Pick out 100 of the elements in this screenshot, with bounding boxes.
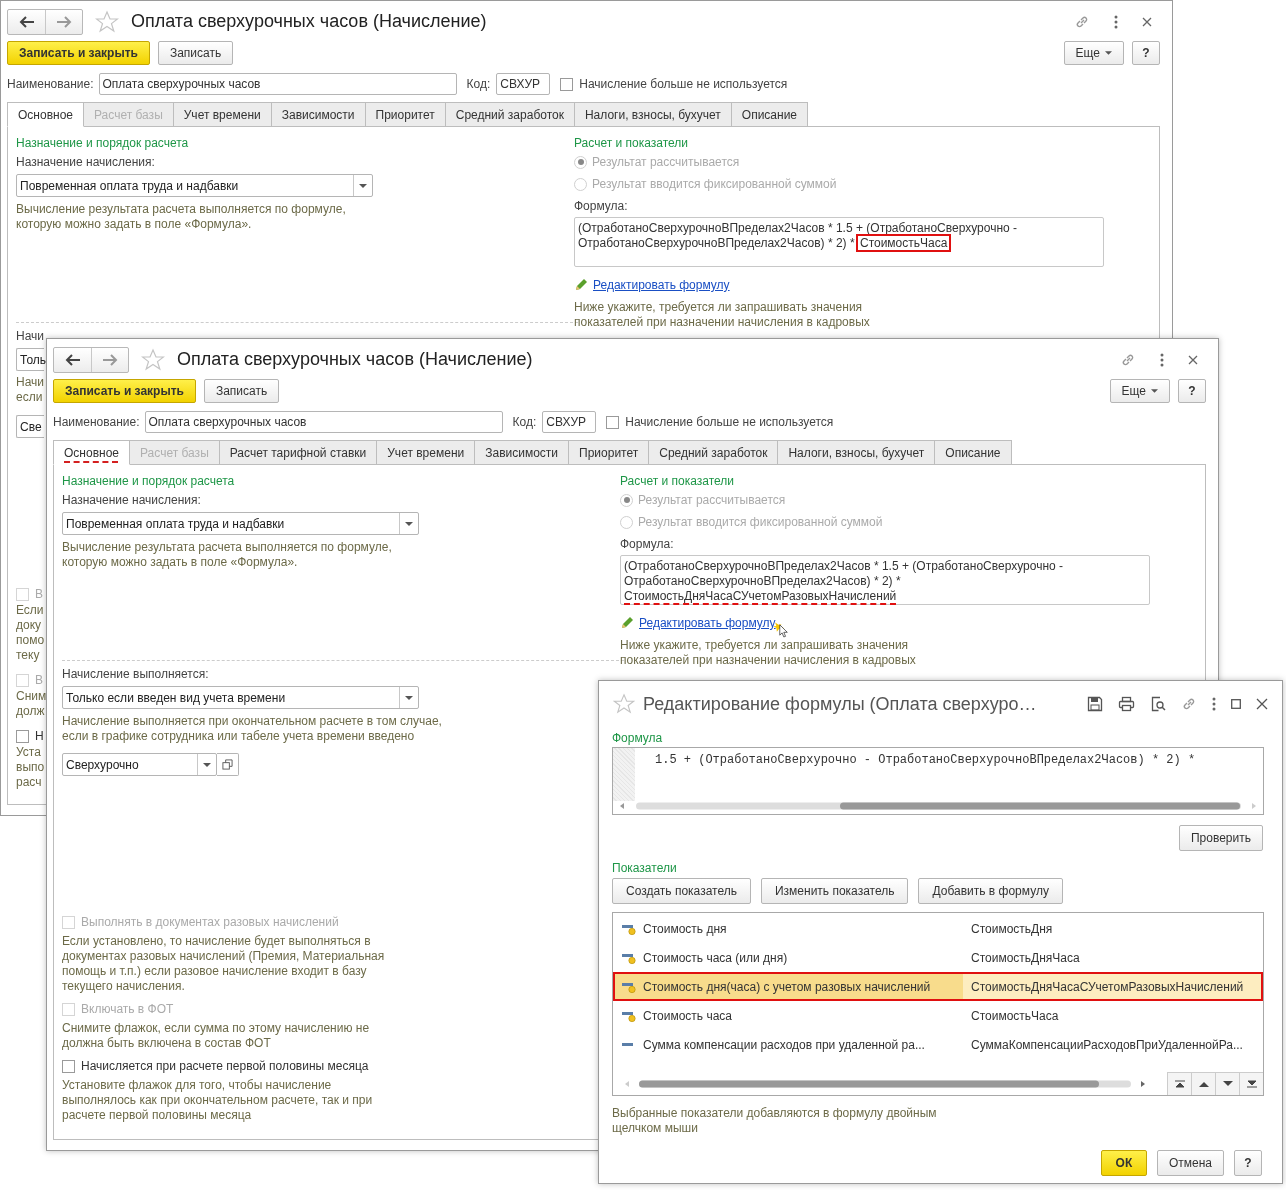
more-icon[interactable] [1212, 697, 1216, 711]
close-icon[interactable] [1142, 16, 1152, 27]
table-row[interactable]: Стоимость часа СтоимостьЧаса [613, 1001, 1263, 1030]
hint-text: Начи если [16, 375, 45, 405]
dropdown-field[interactable]: Толь [16, 348, 44, 371]
checkbox[interactable] [16, 729, 29, 743]
pencil-icon [620, 616, 634, 630]
radio-label: Результат рассчитывается [638, 493, 786, 507]
more-button[interactable]: Еще [1109, 379, 1170, 403]
left-arrow-icon [64, 353, 81, 366]
code-field[interactable]: СВХУР [542, 411, 597, 433]
section-heading: Расчет и показатели [620, 474, 735, 488]
open-button[interactable] [217, 753, 239, 776]
checkbox-label: Начисляется при расчете первой половины месяца [81, 1059, 369, 1073]
more-button[interactable]: Еще [1063, 41, 1124, 65]
dropdown-field[interactable]: Повременная оплата труда и надбавки [16, 174, 373, 197]
checkbox[interactable] [606, 415, 620, 429]
close-icon[interactable] [1188, 354, 1198, 365]
tab[interactable]: Налоги, взносы, бухучет [574, 102, 732, 127]
dropdown-field[interactable]: Только если введен вид учета времени [62, 686, 419, 709]
ok-button[interactable]: ОК [1100, 1150, 1147, 1176]
edit-formula-link[interactable]: Редактировать формулу [639, 616, 776, 630]
star-icon[interactable] [613, 693, 635, 715]
tab[interactable]: Расчет тарифной ставки [219, 440, 378, 465]
section-heading: Расчет и показатели [574, 136, 689, 150]
table-cell: Стоимость часа [643, 1008, 732, 1023]
radio-label: Результат рассчитывается [592, 155, 740, 169]
tab[interactable]: Зависимости [475, 440, 570, 465]
save-button[interactable]: Записать [157, 41, 234, 65]
checkbox[interactable] [62, 1059, 75, 1073]
link-icon[interactable] [1181, 696, 1197, 712]
formula-field[interactable]: (ОтработаноСверхурочноВПределах2Часов * 1.5 + (ОтработаноСверхурочно - ОтработаноСверхурочноВПределах2Часов) * 2) * СтоимостьЧаса [574, 217, 1104, 267]
help-button[interactable]: ? [1234, 1150, 1262, 1176]
tab[interactable]: Основное [53, 440, 130, 465]
save-and-close-button[interactable]: Записать и закрыть [7, 41, 150, 65]
code-label: Код: [512, 415, 537, 429]
table-cell: Стоимость дня [643, 921, 727, 936]
tab[interactable]: Описание [935, 440, 1012, 465]
name-label: Наименование: [53, 415, 140, 429]
tab[interactable]: Описание [731, 102, 809, 127]
tab[interactable]: Средний заработок [649, 440, 779, 465]
name-field[interactable]: Оплата сверхурочных часов [98, 73, 457, 95]
move-down-button[interactable] [1215, 1072, 1239, 1095]
tab[interactable]: Средний заработок [445, 102, 575, 127]
star-icon[interactable] [141, 347, 165, 372]
hint-text: Выбранные показатели добавляются в формулу двойным щелчком мыши [612, 1106, 938, 1136]
save-icon[interactable] [1087, 696, 1103, 712]
hint-text: Начисление выполняется при окончательном расчете в том случае, если в графике сотрудника или табеле учета времени введено [62, 714, 442, 744]
help-button[interactable]: ? [1132, 41, 1160, 65]
tab[interactable]: Основное [7, 102, 84, 127]
dropdown-field[interactable]: Све [16, 415, 44, 438]
hint-text: Сним долж [16, 689, 47, 719]
tab[interactable]: Учет времени [173, 102, 272, 127]
line-number-gutter [613, 748, 635, 801]
right-arrow-icon [56, 15, 72, 28]
code-field[interactable]: СВХУР [496, 73, 551, 95]
formula-field[interactable]: (ОтработаноСверхурочноВПределах2Часов * 1.5 + (ОтработаноСверхурочно - ОтработаноСверхурочноВПределах2Часов) * 2) * СтоимостьДняЧасаСУчетомРазовыхНачислений [620, 555, 1150, 605]
tab[interactable]: Приоритет [365, 102, 446, 127]
field-label: Формула: [620, 537, 674, 551]
cancel-button[interactable]: Отмена [1156, 1150, 1224, 1176]
caret-icon [1151, 389, 1158, 393]
field-label: Начисление выполняется: [62, 667, 209, 681]
action-button[interactable]: Добавить в формулу [918, 878, 1063, 904]
move-first-button[interactable] [1167, 1072, 1191, 1095]
action-button[interactable]: Изменить показатель [760, 878, 909, 904]
caret-icon [359, 183, 367, 188]
table-row[interactable]: Стоимость часа (или дня) СтоимостьДняЧаса [613, 943, 1263, 972]
caret-icon [1105, 51, 1112, 55]
more-icon[interactable] [1160, 352, 1164, 367]
help-button[interactable]: ? [1178, 379, 1206, 403]
move-up-button[interactable] [1191, 1072, 1215, 1095]
print-icon[interactable] [1118, 696, 1135, 712]
name-field[interactable]: Оплата сверхурочных часов [144, 411, 503, 433]
move-last-button[interactable] [1239, 1072, 1263, 1095]
tab[interactable]: Зависимости [271, 102, 366, 127]
edit-formula-link[interactable]: Редактировать формулу [593, 278, 730, 292]
table-cell: СтоимостьДня [971, 921, 1053, 936]
tab[interactable]: Учет времени [377, 440, 476, 465]
action-button[interactable]: Создать показатель [612, 878, 751, 904]
tab[interactable]: Налоги, взносы, бухучет [778, 440, 936, 465]
check-button[interactable]: Проверить [1179, 825, 1263, 851]
checkbox-label: Начисление больше не используется [579, 77, 788, 91]
maximize-icon[interactable] [1231, 699, 1241, 709]
window-title: Оплата сверхурочных часов (Начисление) [131, 11, 487, 32]
more-icon[interactable] [1114, 14, 1118, 29]
close-icon[interactable] [1256, 698, 1268, 710]
dropdown-field[interactable]: Сверхурочно [62, 753, 217, 776]
dropdown-field[interactable]: Повременная оплата труда и надбавки [62, 512, 419, 535]
preview-icon[interactable] [1150, 696, 1166, 712]
table-cell: Стоимость дня(часа) с учетом разовых начислений [643, 979, 931, 994]
save-button[interactable]: Записать [203, 379, 280, 403]
tab[interactable]: Приоритет [569, 440, 650, 465]
radio-label: Результат вводится фиксированной суммой [592, 177, 837, 191]
hint-text: Если установлено, то начисление будет выполняться в документах разовых начислений (Премия, Материальная помощь и т.п.) если разовое начисление входит в базу текущего начисления. [62, 934, 385, 994]
save-and-close-button[interactable]: Записать и закрыть [53, 379, 196, 403]
star-icon[interactable] [95, 9, 119, 34]
section-heading: Показатели [612, 861, 677, 875]
table-row[interactable]: Сумма компенсации расходов при удаленной ра... СуммаКомпенсацииРасходовПриУдаленнойРа... [613, 1030, 1263, 1059]
table-row[interactable]: Стоимость дня СтоимостьДня [613, 914, 1263, 943]
checkbox[interactable] [560, 77, 574, 91]
